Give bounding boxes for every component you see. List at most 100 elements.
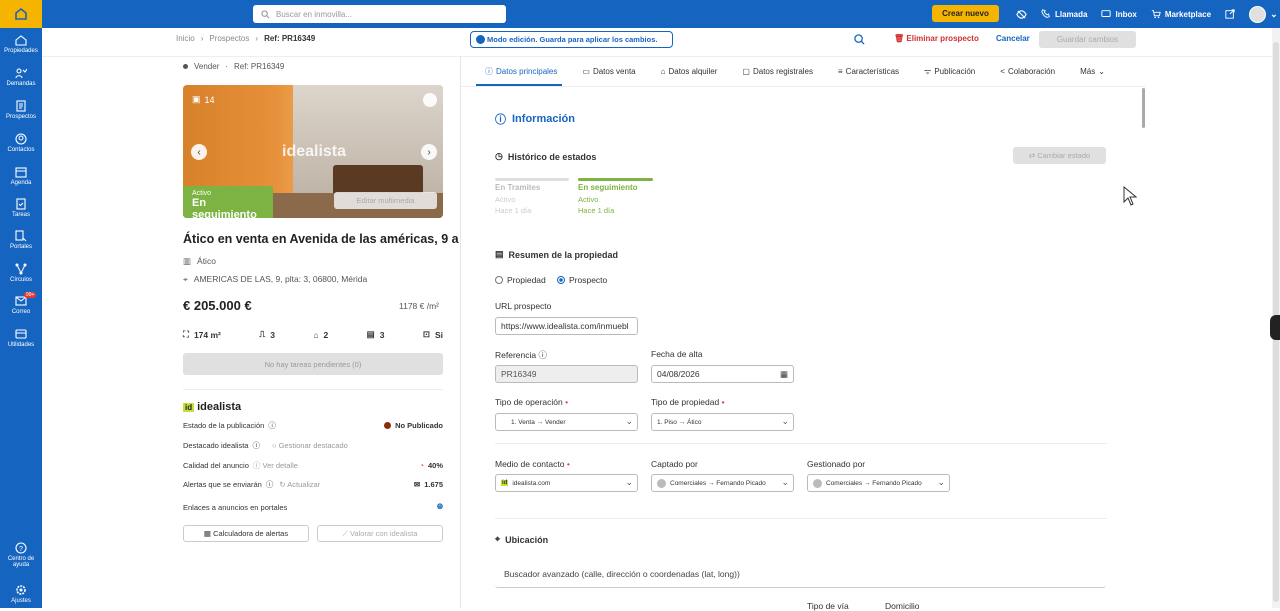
tab-colaboracion[interactable]: < Colaboración: [1000, 66, 1055, 77]
divider: [495, 443, 1107, 444]
status-small: Activo: [192, 190, 212, 197]
user-menu[interactable]: ⌄: [1249, 5, 1278, 23]
sidebar-item-settings[interactable]: Ajustes: [0, 584, 42, 604]
captured-by-select[interactable]: Comerciales → Fernando Picado: [651, 474, 794, 492]
value-label: Valorar con idealista: [349, 529, 418, 538]
pub-state-value: No Publicado: [395, 421, 443, 430]
avatar: [1249, 5, 1267, 23]
operation-select[interactable]: 1. Venta → Vender: [495, 413, 638, 431]
breadcrumb-inicio[interactable]: Inicio: [176, 34, 195, 43]
managed-by-select[interactable]: Comerciales → Fernando Picado: [807, 474, 950, 492]
image-icon: ▣: [192, 94, 201, 104]
tab-mas[interactable]: Más ⌄: [1080, 66, 1105, 77]
next-photo-button[interactable]: ›: [421, 144, 437, 160]
value-with-idealista-button[interactable]: ⟋ Valorar con idealista: [317, 525, 443, 542]
contact-medium-select[interactable]: id idealista.com: [495, 474, 638, 492]
property-photo[interactable]: ▣ 14 ‹ › idealista Activo En seguimiento…: [183, 85, 443, 218]
sidebar-item-propiedades[interactable]: Propiedades: [0, 34, 42, 54]
zoom-icon[interactable]: [423, 93, 437, 107]
list-icon: ≡: [838, 67, 843, 76]
marketplace-label: Marketplace: [1164, 9, 1212, 19]
change-state-button[interactable]: ⇄ Cambiar estado: [1013, 147, 1106, 164]
tab-publicacion[interactable]: ᯤ Publicación: [924, 66, 975, 77]
cancel-button[interactable]: Cancelar: [996, 34, 1030, 43]
inbox-button[interactable]: Inbox: [1101, 9, 1137, 19]
radio-prospect[interactable]: Prospecto: [557, 275, 607, 285]
sidebar-item-correo[interactable]: 99+ Correo: [0, 292, 42, 315]
ref-input[interactable]: PR16349: [495, 365, 638, 383]
calendar-icon[interactable]: ▦: [780, 369, 788, 380]
alert-calculator-button[interactable]: ▦ Calculadora de alertas: [183, 525, 309, 542]
create-new-button[interactable]: Crear nuevo: [932, 5, 999, 22]
manage-featured-link[interactable]: ○ Gestionar destacado: [272, 441, 348, 450]
location-search-input[interactable]: Buscador avanzado (calle, dirección o co…: [495, 560, 1106, 588]
quality-label: Calidad del anuncio: [183, 461, 249, 470]
edit-media-button[interactable]: Editar multimedia: [334, 192, 437, 209]
breadcrumb-prospectos[interactable]: Prospectos: [209, 34, 249, 43]
property-type-select[interactable]: 1. Piso → Ático: [651, 413, 794, 431]
side-handle[interactable]: [1270, 315, 1280, 340]
delete-prospect-button[interactable]: 🗑︎ Eliminar prospecto: [894, 34, 979, 43]
refresh-link[interactable]: ↻ Actualizar: [279, 480, 320, 489]
calculator-icon: ▦: [203, 529, 211, 538]
radio-property-label: Propiedad: [507, 275, 546, 285]
sidebar-item-label: Contactos: [7, 147, 35, 153]
ptype-value: 1. Piso → Ático: [657, 418, 702, 426]
registry-icon: ▢: [742, 67, 750, 76]
sidebar-item-label: Utilidades: [7, 342, 35, 348]
sidebar-item-prospectos[interactable]: Prospectos: [0, 100, 42, 120]
tasks-button[interactable]: No hay tareas pendientes (0): [183, 353, 443, 375]
quality-link-label: Ver detalle: [262, 461, 298, 470]
sidebar-item-contactos[interactable]: Contactos: [0, 133, 42, 153]
prev-photo-button[interactable]: ‹: [191, 144, 207, 160]
building-icon: ▥: [183, 256, 192, 266]
visibility-toggle[interactable]: [1016, 9, 1027, 20]
elevator-icon: ⊡: [422, 329, 430, 339]
sidebar-item-circulos[interactable]: Círculos: [0, 263, 42, 283]
tab-datos-principales[interactable]: ⓘ Datos principales: [485, 66, 557, 77]
sidebar: Propiedades Demandas Prospectos Contacto…: [0, 28, 42, 608]
avatar: [813, 478, 822, 488]
managed-label: Gestionado por: [807, 459, 866, 469]
sidebar-item-tareas[interactable]: Tareas: [0, 198, 42, 218]
sidebar-item-help[interactable]: ? Centro de ayuda: [0, 542, 42, 568]
search-icon[interactable]: [854, 34, 865, 45]
tabs-divider: [461, 86, 1146, 87]
app-logo[interactable]: [0, 0, 42, 28]
sidebar-item-demandas[interactable]: Demandas: [0, 67, 42, 87]
call-button[interactable]: Llamada: [1041, 9, 1087, 19]
document-icon: ▤: [495, 249, 504, 259]
quality-link[interactable]: ⓘ Ver detalle: [253, 460, 298, 471]
summary-title-label: Resumen de la propiedad: [508, 249, 619, 260]
featured-row: Destacado idealista ⓘ ○ Gestionar destac…: [183, 440, 443, 451]
tab-caracteristicas[interactable]: ≡ Características: [838, 66, 899, 77]
content-scrollbar[interactable]: [1142, 88, 1145, 128]
tab-datos-alquiler[interactable]: ⌂ Datos alquiler: [661, 66, 718, 77]
swap-icon: ⇄: [1028, 151, 1036, 160]
tab-datos-registrales[interactable]: ▢ Datos registrales: [742, 66, 813, 77]
tab-datos-venta[interactable]: ▭ Datos venta: [582, 66, 635, 77]
date-input[interactable]: 04/08/2026 ▦: [651, 365, 794, 383]
refresh-label: Actualizar: [287, 480, 321, 489]
radio-property[interactable]: Propiedad: [495, 275, 546, 285]
utilities-icon: [15, 329, 27, 339]
pub-state-label: Estado de la publicación: [183, 421, 265, 430]
marketplace-button[interactable]: Marketplace: [1151, 9, 1211, 19]
external-link-button[interactable]: [1225, 9, 1235, 19]
save-button[interactable]: Guardar cambios: [1039, 31, 1136, 48]
sidebar-item-utilidades[interactable]: Utilidades: [0, 328, 42, 348]
info-icon: ⓘ: [538, 350, 547, 360]
chevron-right-icon: ›: [255, 34, 259, 43]
step1-state: Activo: [495, 195, 516, 204]
search-input[interactable]: Buscar en inmovilla...: [253, 5, 506, 23]
quality-value-wrap: ◔ 40%: [419, 461, 443, 470]
radio-circle-selected: [557, 276, 565, 284]
globe-icon[interactable]: 🌐︎: [437, 502, 443, 512]
url-input[interactable]: https://www.idealista.com/inmuebl: [495, 317, 638, 335]
feature-baths: ⌂ 2: [313, 329, 328, 340]
progress-ring-icon: ◔: [419, 461, 424, 470]
operation-status: Vender · Ref: PR16349: [183, 62, 284, 71]
sidebar-item-portales[interactable]: Portales: [0, 230, 42, 250]
sidebar-item-agenda[interactable]: Agenda: [0, 166, 42, 186]
info-section-title: ⓘ Información: [495, 111, 575, 127]
